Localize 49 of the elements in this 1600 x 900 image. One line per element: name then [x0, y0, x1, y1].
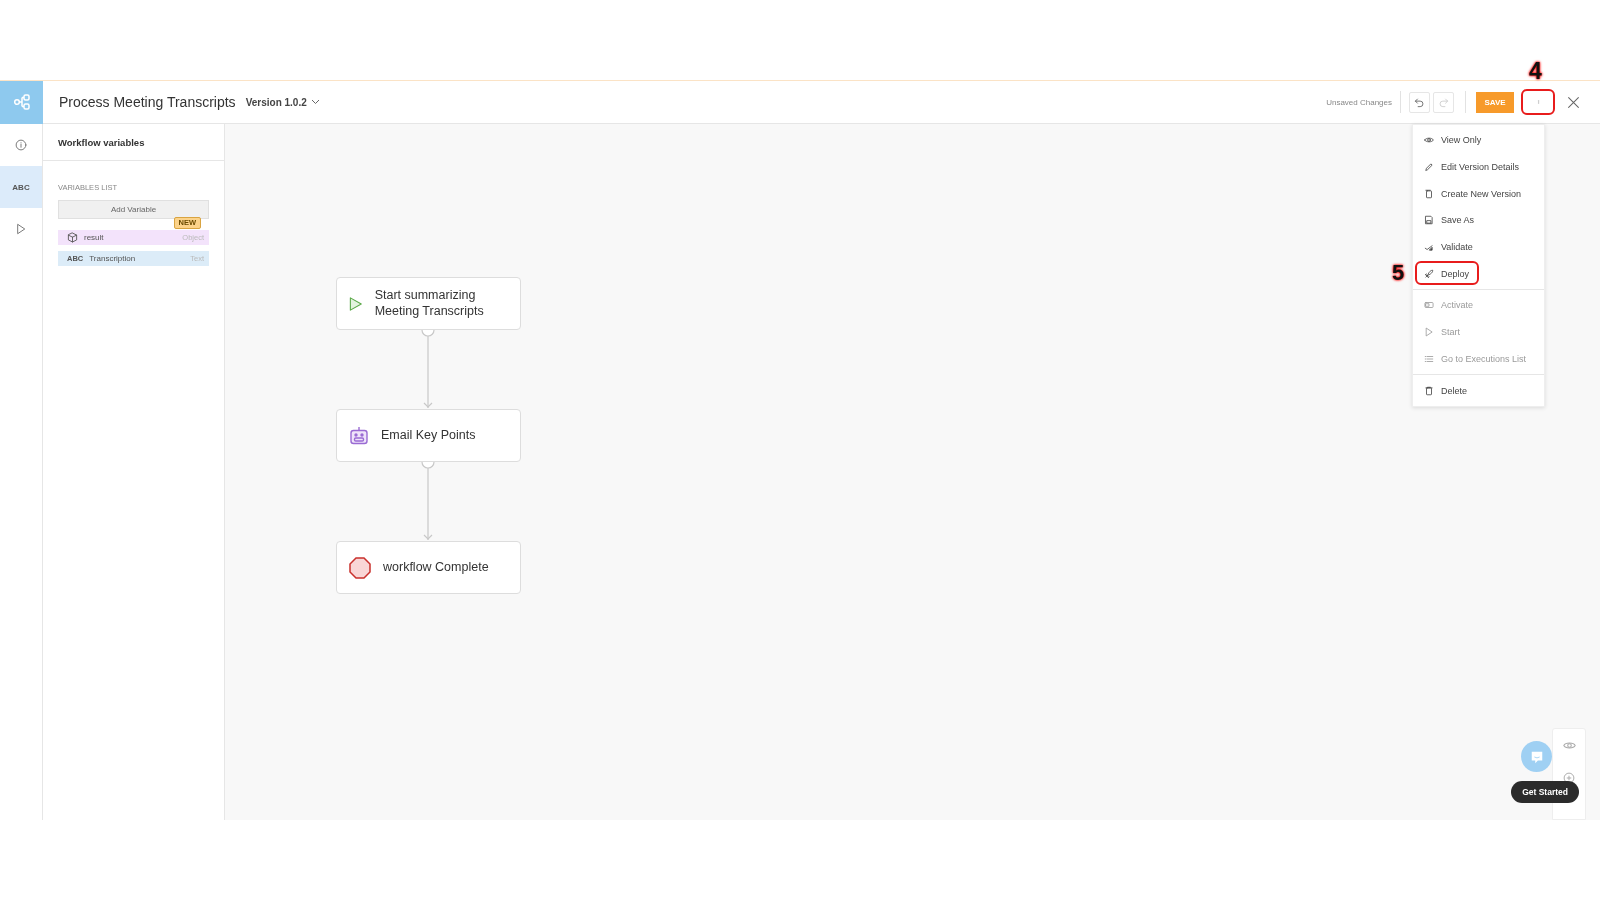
- chevron-down-icon: [310, 99, 320, 105]
- chat-button[interactable]: [1521, 741, 1552, 772]
- workflow-node[interactable]: Email Key Points: [336, 409, 521, 462]
- undo-button[interactable]: [1409, 91, 1430, 113]
- menu-item[interactable]: View Only: [1413, 127, 1544, 154]
- tooltip: Get Started: [1511, 781, 1579, 803]
- node-label: Start summarizing Meeting Transcripts: [374, 287, 485, 320]
- step-number: 5: [1392, 260, 1405, 287]
- workflow-icon: [12, 93, 31, 111]
- eye-icon: [1562, 739, 1576, 752]
- menu-item[interactable]: Validate: [1413, 233, 1544, 261]
- stop-icon: [349, 556, 371, 579]
- menu-item[interactable]: Deploy: [1413, 260, 1544, 288]
- info-icon: [15, 139, 27, 151]
- node-label: workflow Complete: [383, 559, 489, 576]
- list-icon: [1424, 353, 1434, 364]
- workflow-title: Process Meeting Transcripts: [59, 94, 236, 110]
- menu-item[interactable]: Create New Version: [1413, 180, 1544, 208]
- highlight-outline: [1415, 261, 1479, 286]
- pencil-icon: [1424, 162, 1434, 173]
- undo-icon: [1414, 96, 1425, 108]
- variable-name: result: [84, 233, 105, 242]
- version-dropdown[interactable]: Version 1.0.2: [245, 96, 320, 108]
- copy-icon: [1424, 188, 1434, 199]
- menu-item[interactable]: Save As: [1413, 207, 1544, 234]
- node-label: Email Key Points: [381, 427, 476, 444]
- panel-title: Workflow variables: [43, 124, 224, 161]
- close-button[interactable]: [1567, 95, 1580, 109]
- chat-icon: [1529, 749, 1544, 764]
- play-icon: [1424, 327, 1434, 338]
- workflow-node[interactable]: Start summarizing Meeting Transcripts: [336, 277, 521, 330]
- toggle-icon: [1424, 300, 1434, 311]
- play-icon: [15, 223, 27, 235]
- menu-item[interactable]: Delete: [1413, 377, 1544, 404]
- close-icon: [1567, 95, 1580, 109]
- redo-icon: [1438, 96, 1449, 108]
- more-options-button[interactable]: [1521, 89, 1555, 115]
- zoom-in-icon[interactable]: [1563, 772, 1575, 784]
- workflow-node[interactable]: workflow Complete: [336, 541, 521, 594]
- trash-icon: [1424, 385, 1434, 396]
- variable-name: Transcription: [89, 254, 137, 263]
- step-number: 4: [1529, 58, 1542, 85]
- add-variable-button[interactable]: Add Variable: [58, 200, 209, 219]
- menu-item[interactable]: Edit Version Details: [1413, 153, 1544, 181]
- variables-tab[interactable]: ABC: [0, 166, 42, 208]
- status-text: Unsaved Changes: [1326, 97, 1392, 107]
- app-logo[interactable]: [0, 80, 43, 124]
- robot-icon: [349, 425, 369, 446]
- cube-icon: [67, 232, 78, 243]
